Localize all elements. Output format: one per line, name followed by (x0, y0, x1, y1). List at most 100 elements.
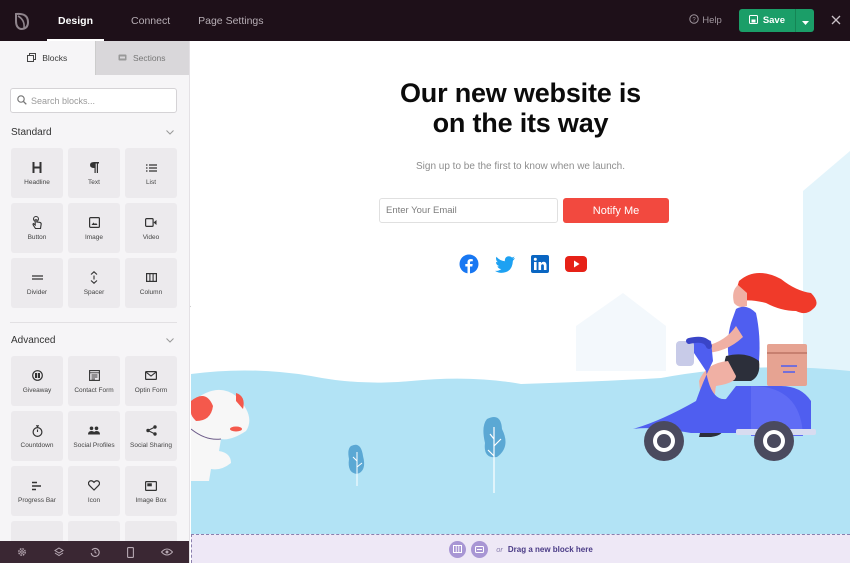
help-circle-icon: ? (689, 14, 699, 27)
block-divider[interactable]: Divider (11, 258, 63, 308)
background-house (576, 293, 666, 371)
block-label: Image (84, 233, 104, 241)
save-button-group: Save (738, 9, 814, 32)
seedprod-logo-icon[interactable] (0, 0, 44, 41)
twitter-icon[interactable] (495, 255, 515, 273)
email-input[interactable] (379, 198, 558, 223)
chevron-down-icon[interactable] (166, 128, 174, 137)
giveaway-icon (31, 369, 43, 383)
block-button[interactable]: Button (11, 203, 63, 253)
tree-small (348, 444, 365, 486)
advanced-section-title: Advanced (11, 334, 56, 346)
block-giveaway[interactable]: Giveaway (11, 356, 63, 406)
paragraph-icon (89, 161, 99, 175)
pointer-hand-icon (32, 216, 42, 230)
block-image[interactable]: Image (68, 203, 120, 253)
linkedin-icon[interactable] (531, 255, 549, 273)
add-section-button[interactable] (471, 540, 489, 558)
image-icon (88, 216, 100, 230)
block-spacer[interactable]: Spacer (68, 258, 120, 308)
block-social-sharing[interactable]: Social Sharing (125, 411, 177, 461)
help-button[interactable]: ? Help (689, 14, 722, 27)
block-label: Countdown (20, 441, 54, 449)
block-column[interactable]: Column (125, 258, 177, 308)
block-label: Column (139, 288, 163, 296)
block-countdown[interactable]: Countdown (11, 411, 63, 461)
contact-form-icon (88, 369, 100, 383)
page-headline[interactable]: Our new website is on the its way (191, 78, 850, 138)
top-bar: Design Connect Page Settings ? Help Save (0, 0, 850, 41)
chevron-down-icon[interactable] (166, 336, 174, 345)
standard-blocks-grid: Headline Text List Button Image Video Di… (11, 148, 189, 308)
block-label: Social Profiles (73, 441, 115, 449)
block-label: Headline (24, 178, 50, 186)
block-label: Social Sharing (130, 441, 172, 449)
tab-sections[interactable]: Sections (94, 41, 189, 75)
block-dropzone[interactable]: or Drag a new block here (191, 534, 850, 563)
headline-line-2: on the its way (432, 108, 609, 138)
help-label: Help (702, 15, 722, 26)
advanced-blocks-grid: Giveaway Contact Form Optin Form Countdo… (11, 356, 189, 563)
history-icon[interactable] (90, 547, 101, 557)
block-text[interactable]: Text (68, 148, 120, 198)
ground-bottom (191, 521, 850, 534)
heart-icon (88, 479, 100, 493)
page-canvas: Our new website is on the its way Sign u… (191, 41, 850, 563)
facebook-icon[interactable] (459, 254, 479, 274)
standard-section-header[interactable]: Standard (11, 125, 174, 139)
save-label: Save (762, 15, 785, 26)
drag-block-hint: Drag a new block here (507, 544, 593, 554)
sidebar-tabs: Blocks Sections (0, 41, 189, 75)
tab-blocks[interactable]: Blocks (0, 41, 95, 75)
caret-down-icon (801, 12, 809, 30)
tab-connect[interactable]: Connect (117, 0, 184, 41)
notify-me-button[interactable]: Notify Me (563, 198, 669, 223)
settings-icon[interactable] (17, 547, 27, 557)
youtube-icon[interactable] (565, 256, 587, 272)
mobile-preview-icon[interactable] (127, 546, 135, 558)
tab-page-settings[interactable]: Page Settings (184, 0, 277, 41)
envelope-icon (145, 369, 157, 383)
divider-icon (31, 271, 43, 285)
ground-wave (191, 367, 850, 526)
section-divider (10, 322, 177, 323)
tab-design[interactable]: Design (44, 0, 107, 41)
block-social-profiles[interactable]: Social Profiles (68, 411, 120, 461)
block-video[interactable]: Video (125, 203, 177, 253)
block-label: Image Box (135, 496, 167, 504)
package-box (767, 344, 807, 386)
blocks-icon (27, 52, 37, 64)
save-options-dropdown[interactable] (795, 9, 814, 32)
close-button[interactable] (824, 12, 848, 29)
rear-wheel (754, 421, 794, 461)
block-icon[interactable]: Icon (68, 466, 120, 516)
save-button[interactable]: Save (739, 9, 795, 32)
spacer-icon (90, 271, 98, 285)
block-label: Spacer (83, 288, 105, 296)
block-headline[interactable]: Headline (11, 148, 63, 198)
sections-icon (118, 53, 127, 63)
users-icon (88, 424, 100, 438)
block-label: Text (88, 178, 100, 186)
video-icon (145, 216, 157, 230)
close-icon (831, 15, 841, 25)
columns-icon (453, 545, 463, 553)
block-image-box[interactable]: Image Box (125, 466, 177, 516)
page-subtext[interactable]: Sign up to be the first to know when we … (191, 161, 850, 172)
preview-eye-icon[interactable] (160, 548, 173, 556)
sidebar-bottom-toolbar (0, 541, 189, 563)
advanced-section-header[interactable]: Advanced (11, 333, 174, 347)
add-column-button[interactable] (449, 540, 467, 558)
block-progress-bar[interactable]: Progress Bar (11, 466, 63, 516)
save-disk-icon (748, 14, 758, 27)
block-optin-form[interactable]: Optin Form (125, 356, 177, 406)
image-box-icon (145, 479, 157, 493)
block-label: Contact Form (74, 386, 114, 394)
column-icon (145, 271, 157, 285)
search-blocks-input[interactable] (31, 95, 171, 106)
block-contact-form[interactable]: Contact Form (68, 356, 120, 406)
scooter-rider-figure (633, 272, 817, 461)
layers-icon[interactable] (53, 547, 64, 557)
block-list[interactable]: List (125, 148, 177, 198)
tree-medium (483, 416, 506, 493)
